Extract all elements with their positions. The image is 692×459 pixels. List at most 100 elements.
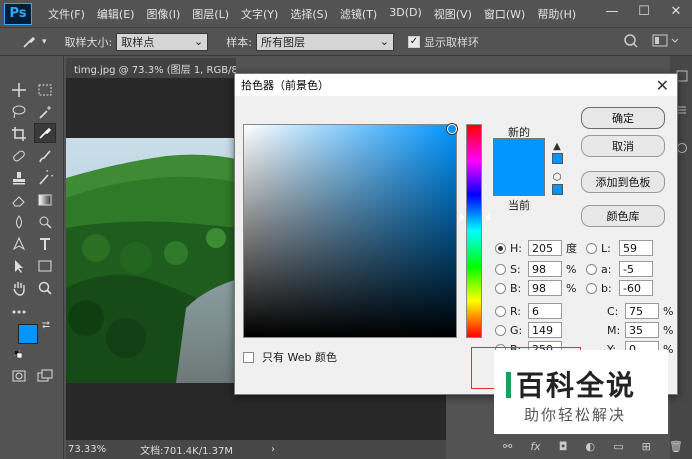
healing-brush-tool-icon[interactable] (8, 146, 30, 166)
input-r[interactable]: 6 (528, 303, 562, 319)
workspace-icon[interactable] (652, 33, 682, 52)
show-ring-checkbox[interactable]: ✓ (407, 35, 420, 48)
zoom-level[interactable]: 73.33% (68, 444, 106, 455)
color-cursor[interactable] (447, 124, 457, 134)
marquee-tool-icon[interactable] (34, 80, 56, 100)
input-c[interactable]: 75 (625, 303, 659, 319)
magic-wand-tool-icon[interactable] (34, 102, 56, 122)
default-colors-icon[interactable] (13, 348, 23, 359)
layer-mask-icon[interactable]: ◘ (559, 440, 568, 453)
radio-b-hsb[interactable] (495, 282, 506, 294)
close-icon[interactable]: ✕ (656, 76, 669, 95)
search-icon[interactable] (622, 32, 640, 53)
link-layers-icon[interactable]: ⚯ (503, 440, 512, 453)
fx-icon[interactable]: fx (530, 440, 540, 453)
current-color-swatch[interactable] (493, 167, 545, 196)
color-picker-dialog: 拾色器（前景色） ✕ 新的 当前 ▲ ⬡ 确定 取消 添加到色板 颜色库 H: … (234, 73, 678, 395)
path-selection-tool-icon[interactable] (8, 256, 30, 276)
web-only-checkbox[interactable] (243, 351, 254, 363)
lasso-tool-icon[interactable] (8, 102, 30, 122)
maximize-button[interactable]: ☐ (628, 0, 660, 22)
label-b-hsb: B: (510, 281, 522, 295)
crop-tool-icon[interactable] (8, 124, 30, 144)
type-tool-icon[interactable] (34, 234, 56, 254)
input-l[interactable]: 59 (619, 240, 653, 256)
menu-type[interactable]: 文字(Y) (235, 6, 284, 22)
web-safe-cube-icon[interactable]: ⬡ (551, 171, 563, 183)
radio-r[interactable] (495, 305, 506, 317)
menu-layer[interactable]: 图层(L) (186, 6, 235, 22)
menu-select[interactable]: 选择(S) (284, 6, 334, 22)
status-chevron-icon[interactable]: › (271, 444, 275, 455)
radio-h[interactable] (495, 242, 506, 254)
foreground-color-swatch[interactable] (18, 324, 38, 344)
close-window-button[interactable]: ✕ (660, 0, 692, 22)
label-r: R: (510, 304, 522, 318)
cancel-button[interactable]: 取消 (581, 135, 665, 157)
pen-tool-icon[interactable] (8, 234, 30, 254)
label-g: G: (510, 323, 523, 337)
input-h[interactable]: 205 (528, 240, 562, 256)
menu-file[interactable]: 文件(F) (42, 6, 91, 22)
move-tool-icon[interactable] (8, 80, 30, 100)
history-brush-tool-icon[interactable] (34, 168, 56, 188)
hue-slider[interactable] (466, 124, 482, 338)
dodge-tool-icon[interactable] (34, 212, 56, 232)
radio-l[interactable] (586, 242, 597, 254)
quick-mask-icon[interactable] (8, 366, 30, 386)
menu-filter[interactable]: 滤镜(T) (334, 6, 383, 22)
trash-icon[interactable]: 🗑 (669, 440, 683, 453)
blur-tool-icon[interactable] (8, 212, 30, 232)
group-folder-icon[interactable]: ▭ (613, 440, 623, 453)
eraser-tool-icon[interactable] (8, 190, 30, 210)
input-b-lab[interactable]: -60 (619, 280, 653, 296)
watermark-subtitle: 助你轻松解决 (524, 406, 627, 424)
input-b-hsb[interactable]: 98 (528, 280, 562, 296)
ok-button[interactable]: 确定 (581, 107, 665, 129)
unit-b-hsb: % (566, 281, 577, 295)
preset-chevron-icon[interactable]: ▾ (42, 37, 47, 47)
adjustment-layer-icon[interactable]: ◐ (586, 440, 596, 453)
web-safe-color-swatch[interactable] (552, 184, 563, 195)
gamut-warning-icon[interactable]: ▲ (551, 140, 563, 152)
eyedropper-tool-icon[interactable] (34, 123, 56, 143)
new-layer-icon[interactable]: ⊞ (642, 440, 651, 453)
radio-s[interactable] (495, 263, 506, 275)
hand-tool-icon[interactable] (8, 278, 30, 298)
menu-3d[interactable]: 3D(D) (383, 6, 428, 22)
document-tab[interactable]: timg.jpg @ 73.3% (图层 1, RGB/8#) * (66, 58, 236, 78)
radio-a[interactable] (586, 263, 597, 275)
swap-colors-icon[interactable]: ⮂ (42, 320, 50, 331)
add-to-swatches-button[interactable]: 添加到色板 (581, 171, 665, 193)
menu-image[interactable]: 图像(I) (140, 6, 186, 22)
screen-mode-icon[interactable] (34, 366, 56, 386)
color-libraries-button[interactable]: 颜色库 (581, 205, 665, 227)
radio-g[interactable] (495, 324, 506, 336)
menu-edit[interactable]: 编辑(E) (91, 6, 141, 22)
hue-slider-right-arrow-icon[interactable] (485, 213, 490, 221)
minimize-button[interactable]: — (596, 0, 628, 22)
more-tools-icon[interactable] (8, 302, 30, 322)
gradient-tool-icon[interactable] (34, 190, 56, 210)
menu-help[interactable]: 帮助(H) (531, 6, 582, 22)
input-s[interactable]: 98 (528, 261, 562, 277)
menu-view[interactable]: 视图(V) (428, 6, 478, 22)
clone-stamp-tool-icon[interactable] (8, 168, 30, 188)
input-g[interactable]: 149 (528, 322, 562, 338)
field-h: H: 205 度 (495, 240, 577, 256)
rectangle-tool-icon[interactable] (34, 256, 56, 276)
saturation-brightness-field[interactable] (243, 124, 457, 338)
label-h: H: (510, 241, 522, 255)
input-a[interactable]: -5 (619, 261, 653, 277)
brush-tool-icon[interactable] (34, 146, 56, 166)
hue-slider-left-arrow-icon[interactable] (460, 213, 465, 221)
input-m[interactable]: 35 (625, 322, 659, 338)
zoom-tool-icon[interactable] (34, 278, 56, 298)
eyedropper-preset-icon[interactable] (18, 31, 40, 53)
sample-size-select[interactable]: 取样点 ⌄ (116, 32, 209, 51)
field-g: G: 149 (495, 322, 562, 338)
sample-select[interactable]: 所有图层 ⌄ (255, 32, 394, 51)
gamut-color-swatch[interactable] (552, 153, 563, 164)
radio-b-lab[interactable] (586, 282, 597, 294)
menu-window[interactable]: 窗口(W) (478, 6, 531, 22)
